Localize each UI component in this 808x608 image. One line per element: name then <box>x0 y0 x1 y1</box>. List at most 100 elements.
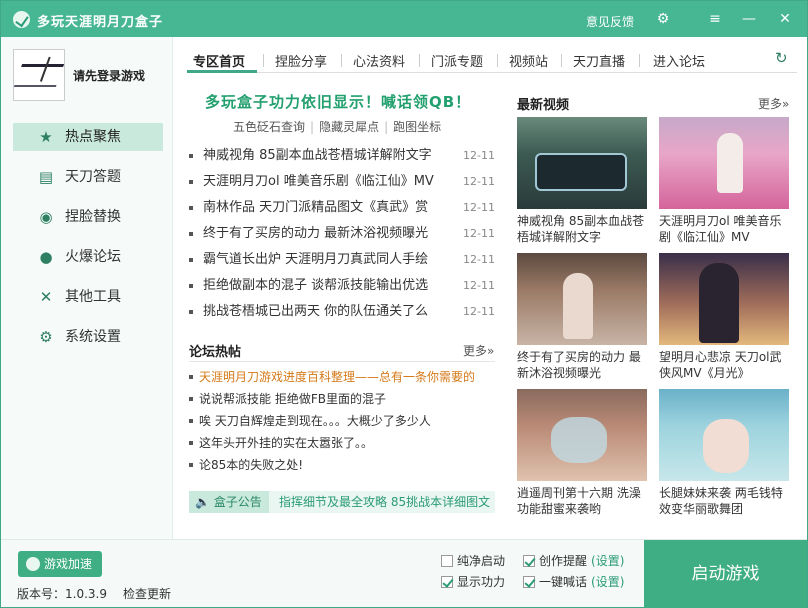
notice-tag-text: 盒子公告 <box>213 495 262 509</box>
forum-post[interactable]: 天涯明月刀游戏进度百科整理——总有一条你需要的 <box>189 367 495 389</box>
show-power-checkbox[interactable] <box>441 576 453 588</box>
start-game-button[interactable]: 启动游戏 <box>644 540 807 608</box>
show-power-option[interactable]: 显示功力 <box>441 574 505 590</box>
game-accelerate-button[interactable]: 游戏加速 <box>18 551 102 577</box>
creation-reminder-option[interactable]: 创作提醒 (设置) <box>523 553 624 569</box>
pure-launch-checkbox[interactable] <box>441 555 453 567</box>
forum-list: 天涯明月刀游戏进度百科整理——总有一条你需要的 说说帮派技能 拒绝做FB里面的混… <box>189 367 495 477</box>
sidebar-item-settings[interactable]: ⚙ 系统设置 <box>13 323 163 351</box>
feedback-link[interactable]: 意见反馈 <box>586 13 634 30</box>
news-item[interactable]: 南林作品 天刀门派精品图文《真武》赏 12-11 <box>189 197 495 223</box>
bullet <box>189 463 193 467</box>
one-click-shout-settings-link[interactable]: (设置) <box>591 575 624 589</box>
news-item[interactable]: 霸气道长出炉 天涯明月刀真武同人手绘 12-11 <box>189 249 495 275</box>
video-thumbnail[interactable] <box>517 253 647 345</box>
headline-link[interactable]: 多玩盒子功力依旧显示！喊话领QB！ <box>205 91 471 112</box>
bullet <box>189 180 193 184</box>
login-prompt[interactable]: 请先登录游戏 <box>73 67 145 84</box>
one-click-shout-checkbox[interactable] <box>523 576 535 588</box>
video-card[interactable]: 神威视角 85副本血战苍梧城详解附文字 <box>517 117 647 245</box>
forum-post-title: 这年头开外挂的实在太嚣张了。。 <box>199 436 374 450</box>
tab-forum[interactable]: 进入论坛 <box>653 51 705 70</box>
mask-icon: ◉ <box>39 208 53 226</box>
forum-post[interactable]: 说说帮派技能 拒绝做FB里面的混子 <box>189 389 495 411</box>
video-caption[interactable]: 终于有了买房的动力 最新沐浴视频曝光 <box>517 349 647 381</box>
news-title: 挑战苍梧城已出两天 你的队伍通关了么 <box>203 304 429 319</box>
tab-skills[interactable]: 心法资料 <box>353 51 405 70</box>
video-card[interactable]: 天涯明月刀ol 唯美音乐剧《临江仙》MV <box>659 117 789 245</box>
bottom-bar: 游戏加速 版本号：1.0.3.9 检查更新 纯净启动 显示功力 创作提醒 (设置)… <box>1 539 807 608</box>
sidebar: 请先登录游戏 ★ 热点聚焦 ▤ 天刀答题 ◉ 捏脸替换 ● 火爆论坛 ✕ 其他工… <box>1 37 173 539</box>
news-date: 12-11 <box>463 253 495 266</box>
sidebar-item-hotspot[interactable]: ★ 热点聚焦 <box>13 123 163 151</box>
video-caption[interactable]: 逍遥周刊第十六期 洗澡功能甜蜜来袭哟 <box>517 485 647 517</box>
video-card[interactable]: 长腿妹妹来袭 两毛钱特效变华丽歌舞团 <box>659 389 789 517</box>
settings-gear-icon[interactable]: ⚙ <box>653 9 673 29</box>
one-click-shout-option[interactable]: 一键喊话 (设置) <box>523 574 624 590</box>
sidebar-item-quiz[interactable]: ▤ 天刀答题 <box>13 163 163 191</box>
active-tab-indicator <box>187 70 257 73</box>
news-item[interactable]: 拒绝做副本的混子 谈帮派技能输出优选 12-11 <box>189 275 495 301</box>
tab-videos[interactable]: 视频站 <box>509 51 548 70</box>
video-thumbnail[interactable] <box>517 117 647 209</box>
news-list: 神威视角 85副本血战苍梧城详解附文字 12-11 天涯明月刀ol 唯美音乐剧《临… <box>189 145 495 327</box>
news-title: 天涯明月刀ol 唯美音乐剧《临江仙》MV <box>203 174 434 189</box>
video-caption[interactable]: 神威视角 85副本血战苍梧城详解附文字 <box>517 213 647 245</box>
video-card[interactable]: 终于有了买房的动力 最新沐浴视频曝光 <box>517 253 647 381</box>
app-window: 多玩天涯明月刀盒子 意见反馈 ⚙ ≡ — ✕ 请先登录游戏 ★ 热点聚焦 ▤ 天… <box>0 0 808 608</box>
creation-reminder-checkbox[interactable] <box>523 555 535 567</box>
game-avatar[interactable] <box>13 49 65 101</box>
login-box[interactable]: 请先登录游戏 <box>13 49 168 101</box>
refresh-icon[interactable]: ↻ <box>775 49 788 67</box>
tab-face-share[interactable]: 捏脸分享 <box>275 51 327 70</box>
sidebar-item-face[interactable]: ◉ 捏脸替换 <box>13 203 163 231</box>
creation-reminder-settings-link[interactable]: (设置) <box>591 554 624 568</box>
video-thumbnail[interactable] <box>517 389 647 481</box>
video-more-link[interactable]: 更多» <box>758 95 789 112</box>
close-icon[interactable]: ✕ <box>775 9 795 29</box>
sidebar-item-label: 系统设置 <box>65 329 121 345</box>
quick-link-stone[interactable]: 五色砭石查询 <box>233 120 305 134</box>
sidebar-item-label: 天刀答题 <box>65 169 121 185</box>
notice-bar: 🔈 盒子公告 指挥细节及最全攻略 85挑战本详细图文 <box>189 491 495 513</box>
forum-post-title: 天涯明月刀游戏进度百科整理——总有一条你需要的 <box>199 370 476 384</box>
sidebar-item-tools[interactable]: ✕ 其他工具 <box>13 283 163 311</box>
tab-sects[interactable]: 门派专题 <box>431 51 483 70</box>
video-caption[interactable]: 长腿妹妹来袭 两毛钱特效变华丽歌舞团 <box>659 485 789 517</box>
link-separator: | <box>384 120 389 134</box>
news-item[interactable]: 挑战苍梧城已出两天 你的队伍通关了么 12-11 <box>189 301 495 327</box>
news-item[interactable]: 终于有了买房的动力 最新沐浴视频曝光 12-11 <box>189 223 495 249</box>
pure-launch-option[interactable]: 纯净启动 <box>441 553 505 569</box>
video-caption[interactable]: 望明月心悲凉 天刀ol武侠风MV《月光》 <box>659 349 789 381</box>
menu-dropdown-icon[interactable]: ≡ <box>705 9 725 29</box>
sidebar-item-forum[interactable]: ● 火爆论坛 <box>13 243 163 271</box>
option-label: 创作提醒 <box>539 554 588 568</box>
check-update-link[interactable]: 检查更新 <box>123 585 171 602</box>
tab-live[interactable]: 天刀直播 <box>573 51 625 70</box>
quick-link-coords[interactable]: 跑图坐标 <box>393 120 441 134</box>
tab-home[interactable]: 专区首页 <box>193 51 245 70</box>
video-card[interactable]: 逍遥周刊第十六期 洗澡功能甜蜜来袭哟 <box>517 389 647 517</box>
forum-more-link[interactable]: 更多» <box>463 342 494 359</box>
forum-post[interactable]: 这年头开外挂的实在太嚣张了。。 <box>189 433 495 455</box>
tab-divider <box>419 54 420 67</box>
app-logo-icon <box>13 11 30 28</box>
gear-icon: ⚙ <box>39 328 53 346</box>
notice-link[interactable]: 指挥细节及最全攻略 85挑战本详细图文 <box>279 491 490 513</box>
video-card[interactable]: 望明月心悲凉 天刀ol武侠风MV《月光》 <box>659 253 789 381</box>
bullet <box>189 154 193 158</box>
bullet <box>189 310 193 314</box>
video-thumbnail[interactable] <box>659 389 789 481</box>
forum-post[interactable]: 论85本的失败之处! <box>189 455 495 477</box>
forum-post[interactable]: 唉 天刀自辉煌走到现在。。。大概少了多少人 <box>189 411 495 433</box>
video-caption[interactable]: 天涯明月刀ol 唯美音乐剧《临江仙》MV <box>659 213 789 245</box>
video-thumbnail[interactable] <box>659 117 789 209</box>
option-label: 显示功力 <box>457 575 506 589</box>
quick-link-hidden-points[interactable]: 隐藏灵犀点 <box>319 120 379 134</box>
news-item[interactable]: 天涯明月刀ol 唯美音乐剧《临江仙》MV 12-11 <box>189 171 495 197</box>
video-section-title: 最新视频 <box>517 98 570 113</box>
news-item[interactable]: 神威视角 85副本血战苍梧城详解附文字 12-11 <box>189 145 495 171</box>
video-thumbnail[interactable] <box>659 253 789 345</box>
minimize-icon[interactable]: — <box>739 9 759 29</box>
forum-post-title: 论85本的失败之处! <box>199 458 304 472</box>
